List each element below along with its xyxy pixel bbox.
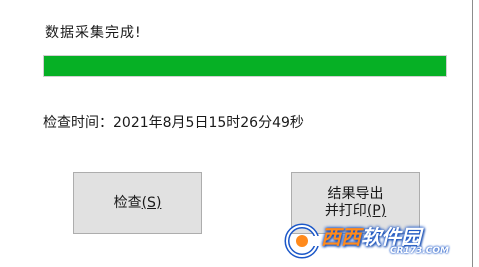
check-time-label: 检查时间：2021年8月5日15时26分49秒 xyxy=(43,115,304,131)
export-button-line1: 结果导出 xyxy=(327,186,384,202)
export-button-line2: 并打印(P) xyxy=(324,203,387,219)
progress-bar xyxy=(43,55,447,77)
progress-bar-fill xyxy=(44,56,446,76)
watermark-logo-icon xyxy=(284,223,321,259)
window-right-border xyxy=(472,0,473,267)
data-collection-dialog: { "status": { "title": "数据采集完成!" }, "pro… xyxy=(0,0,479,267)
check-button[interactable]: 检查 (S) xyxy=(73,172,202,234)
status-title: 数据采集完成! xyxy=(45,25,142,41)
check-button-label: 检查 xyxy=(113,194,142,211)
site-watermark: 西西软件园 CR173.COM xyxy=(283,219,463,263)
watermark-domain: CR173.COM xyxy=(390,246,449,256)
check-button-mnemonic: (S) xyxy=(141,194,162,211)
